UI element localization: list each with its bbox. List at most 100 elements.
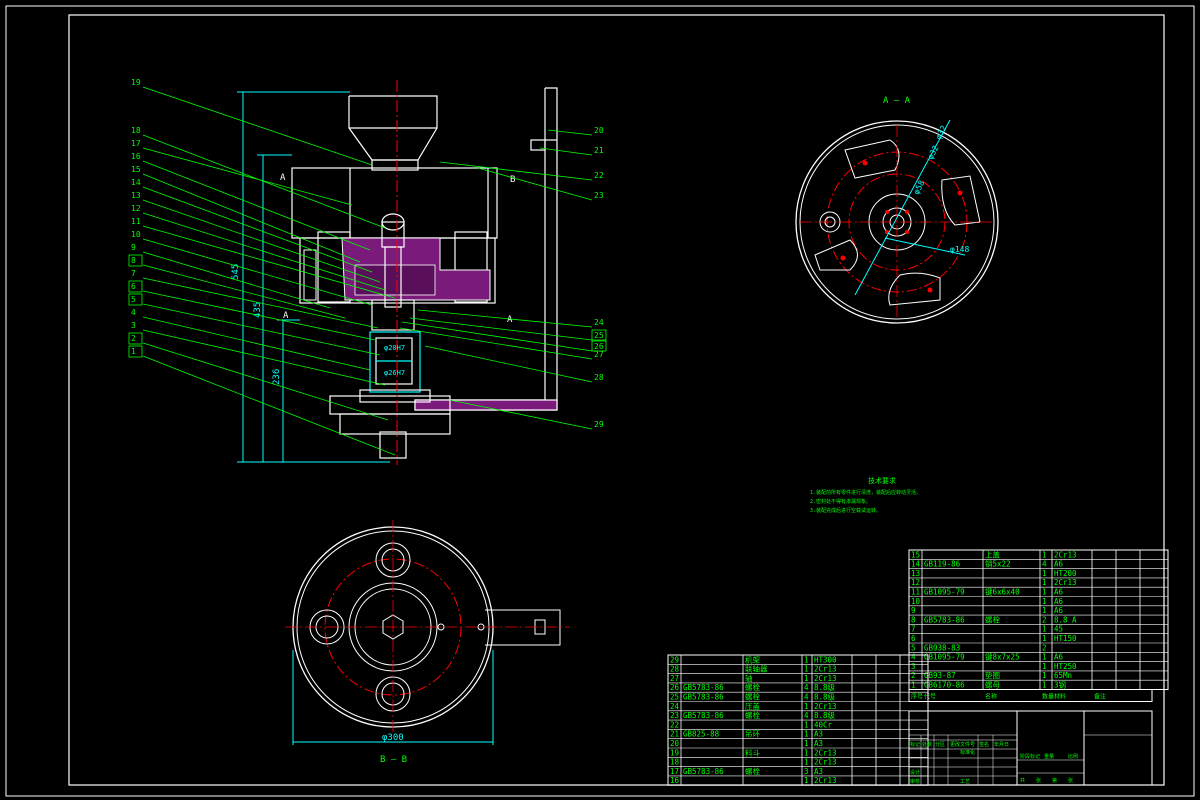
parts-left-cell-name: 螺栓: [745, 766, 760, 776]
parts-right-cell-material: HT250: [1054, 662, 1077, 671]
parts-right-cell-qty: 1: [1042, 606, 1047, 615]
parts-left-cell-qty: 1: [804, 655, 809, 664]
parts-left-cell-qty: 1: [804, 720, 809, 729]
parts-left-cell-name: 螺栓: [745, 682, 760, 692]
title-block-sheet-label: 张: [1036, 777, 1041, 784]
parts-right-cell-code: GB119-86: [924, 560, 961, 569]
parts-right-header-cell: 名称: [985, 693, 997, 701]
parts-right-cell-name: 销5x22: [985, 559, 1011, 569]
leader-line-15: [142, 173, 361, 263]
callout-11: 11: [131, 217, 141, 226]
dim-bolt-circle: φ148: [950, 245, 969, 254]
leader-line-20: [547, 129, 593, 136]
parts-right-cell-material: HT200: [1054, 569, 1077, 578]
cad-drawing: 545 435 236 φ20H7 φ26H7 A B A A 19181716…: [5, 5, 1195, 797]
section-marker-right: B: [510, 175, 515, 185]
title-block-label: 分区: [935, 741, 945, 748]
title-block-label: 年月日: [994, 741, 1009, 748]
callout-28: 28: [594, 373, 604, 382]
leader-line-6: [142, 290, 376, 341]
parts-left-cell-code: GB5783-86: [683, 767, 724, 776]
parts-right-cell-no: 3: [911, 662, 916, 671]
parts-right-cell-material: 2Cr13: [1054, 578, 1077, 587]
dim-hole-2: φ32: [926, 144, 941, 161]
leader-line-23: [477, 167, 593, 201]
parts-right-cell-name: 螺栓: [985, 614, 1000, 624]
parts-right-header-cell: 代号: [924, 693, 936, 701]
leader-line-1: [142, 355, 396, 456]
parts-right-cell-material: A6: [1054, 588, 1064, 597]
parts-right-cell-code: GB938-83: [924, 643, 960, 652]
parts-right-cell-code: GB1095-79: [924, 653, 965, 662]
parts-right-cell-qty: 4: [1042, 560, 1047, 569]
parts-right-cell-no: 2: [911, 671, 916, 680]
parts-left-cell-no: 28: [670, 665, 680, 674]
parts-left-cell-material: 2Cr13: [814, 665, 837, 674]
parts-right-cell-material: HT150: [1054, 634, 1077, 643]
parts-right-cell-code: GB6170-86: [924, 681, 965, 690]
parts-right-cell-material: 2Cr13: [1054, 550, 1077, 559]
parts-right-cell-no: 14: [911, 560, 921, 569]
callout-7: 7: [131, 269, 136, 278]
parts-left-cell-qty: 1: [804, 776, 809, 785]
title-block-stage-label: 重量: [1044, 753, 1054, 760]
parts-left-cell-qty: 1: [804, 730, 809, 739]
callout-14: 14: [131, 178, 141, 187]
parts-left-cell-name: 压盖: [745, 701, 760, 711]
parts-left-cell-name: 机架: [745, 654, 760, 664]
parts-left-cell-name: 吊环: [745, 730, 760, 739]
parts-right-cell-code: GB93-87: [924, 671, 956, 680]
parts-right-cell-code: GB5783-86: [924, 615, 965, 624]
parts-left-cell-qty: 1: [804, 739, 809, 748]
callout-9: 9: [131, 243, 136, 252]
parts-left-cell-no: 24: [670, 702, 680, 711]
parts-right-cell-material: A6: [1054, 606, 1064, 615]
tech-req-item-3: 3.装配完成后进行空载试运转。: [810, 507, 881, 514]
callout-29: 29: [594, 420, 604, 429]
parts-right-header-cell: 材料: [1054, 693, 1066, 701]
parts-right-cell-material: A6: [1054, 597, 1064, 606]
title-block-sheet-label: 第: [1052, 777, 1057, 784]
leader-line-2: [142, 342, 389, 421]
title-block-label: 标记: [910, 741, 920, 748]
parts-right-cell-material: 8.8 A: [1054, 615, 1077, 624]
dim-flange-diameter: φ300: [382, 733, 404, 743]
title-block-label: 签名: [979, 741, 989, 748]
leader-line-17: [142, 147, 353, 206]
tech-req-title: 技术要求: [868, 476, 896, 485]
parts-left-cell-material: A3: [814, 739, 823, 748]
fit-label-2: φ26H7: [384, 369, 405, 377]
parts-left-cell-material: 2Cr13: [814, 758, 837, 767]
parts-right-cell-qty: 2: [1042, 643, 1047, 652]
parts-right-cell-name: 键6x6x40: [985, 587, 1020, 597]
leader-line-27: [399, 327, 593, 360]
title-block-standardize: 标准化: [960, 749, 975, 756]
parts-left-cell-material: 2Cr13: [814, 748, 837, 757]
parts-left-cell-no: 22: [670, 720, 679, 729]
parts-left-cell-qty: 1: [804, 758, 809, 767]
leader-line-16: [142, 160, 371, 251]
title-block-stage-label: 比例: [1068, 753, 1078, 760]
callout-23: 23: [594, 191, 604, 200]
parts-right-cell-no: 9: [911, 606, 916, 615]
parts-left-cell-name: 螺栓: [745, 692, 760, 702]
parts-left-cell-no: 26: [670, 683, 680, 692]
title-block-design: 设计: [910, 769, 920, 776]
title-block-review: 审核: [910, 778, 920, 785]
parts-right-cell-no: 1: [911, 681, 916, 690]
parts-left-cell-no: 23: [670, 711, 679, 720]
parts-right-cell-no: 5: [911, 643, 916, 652]
callout-6: 6: [131, 282, 136, 291]
parts-left-cell-material: 8.8级: [814, 682, 836, 692]
parts-left-cell-code: GB5783-86: [683, 693, 724, 702]
parts-right-cell-qty: 1: [1042, 578, 1047, 587]
leader-line-28: [424, 345, 593, 383]
parts-right-cell-qty: 1: [1042, 634, 1047, 643]
parts-left-cell-material: A3: [814, 767, 823, 776]
parts-left-cell-material: 8.8级: [814, 710, 836, 720]
section-marker-left-2: A: [283, 311, 289, 321]
parts-left-cell-qty: 3: [804, 767, 809, 776]
parts-left-cell-qty: 4: [804, 693, 809, 702]
parts-left-cell-name: 轴: [745, 673, 753, 683]
callout-24: 24: [594, 318, 604, 327]
